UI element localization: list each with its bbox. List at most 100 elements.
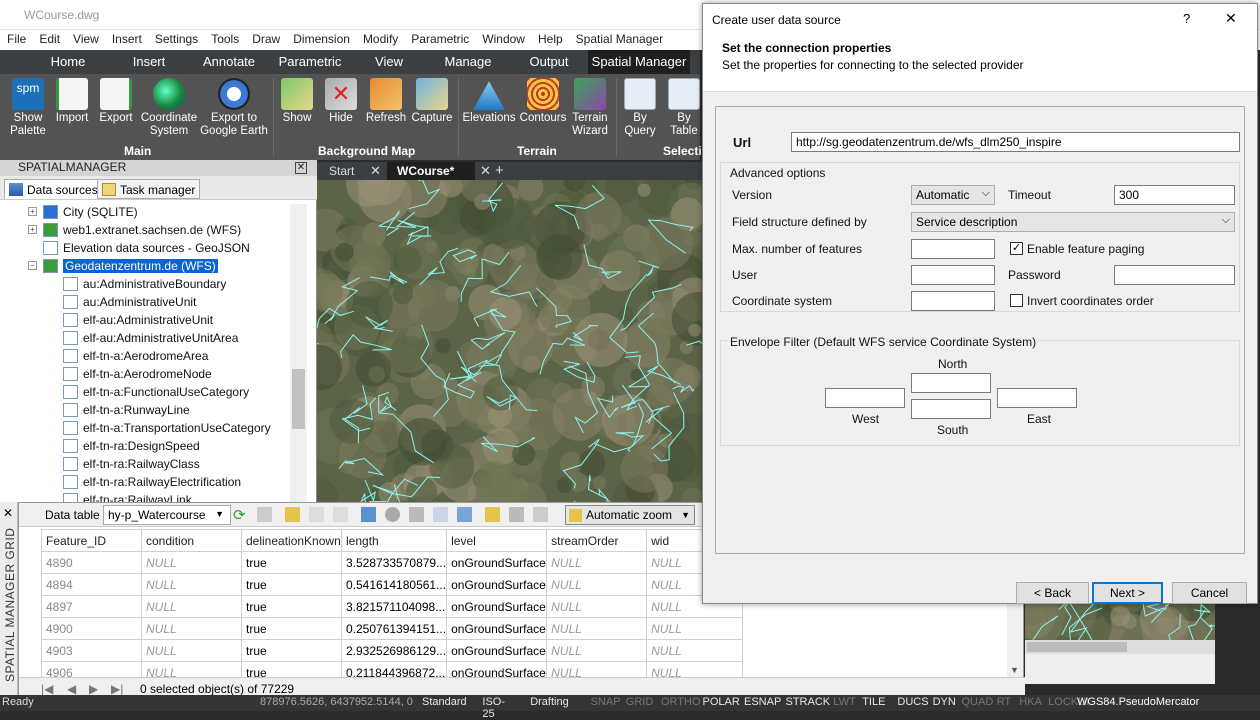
tree-layer-item[interactable]: elf-au:AdministrativeUnit (63, 311, 213, 329)
coordinate-system-input[interactable] (911, 291, 995, 311)
status-toggle[interactable]: SNAP (591, 696, 621, 708)
tree-layer-item[interactable]: elf-tn-ra:RailwayElectrification (63, 473, 241, 491)
tab-home[interactable]: Home (30, 50, 106, 74)
tab-annotate[interactable]: Annotate (190, 50, 268, 74)
tree-layer-item[interactable]: elf-tn-a:AerodromeArea (63, 347, 208, 365)
password-input[interactable] (1114, 265, 1235, 285)
doc-tab-wcourse[interactable]: WCourse* (387, 162, 475, 180)
menu-view[interactable]: View (66, 30, 105, 46)
status-toggle[interactable]: LWT (833, 696, 855, 708)
url-input[interactable]: http://sg.geodatenzentrum.de/wfs_dlm250_… (791, 132, 1240, 152)
table-row[interactable]: 4900 NULL true 0.250761394151... onGroundSur… (41, 617, 744, 640)
status-toggle[interactable]: DUCS (897, 696, 928, 708)
edit-icon[interactable] (485, 507, 500, 522)
status-toggle[interactable]: POLAR (703, 696, 740, 708)
menu-edit[interactable]: Edit (32, 30, 66, 46)
tab-output[interactable]: Output (512, 50, 586, 74)
zoom-selection-icon[interactable] (285, 507, 300, 522)
status-toggle[interactable]: ORTHO (661, 696, 701, 708)
zoom-mode-select[interactable]: Automatic zoom ▼ (565, 505, 695, 525)
status-toggle[interactable]: DYN (933, 696, 956, 708)
tree-data-source[interactable]: Elevation data sources - GeoJSON (43, 239, 250, 257)
menu-dimension[interactable]: Dimension (286, 30, 356, 46)
collapse-icon[interactable]: − (28, 261, 37, 270)
tree-layer-item[interactable]: elf-tn-ra:DesignSpeed (63, 437, 200, 455)
menu-draw[interactable]: Draw (245, 30, 286, 46)
settings-icon[interactable] (533, 507, 548, 522)
close-icon[interactable]: ✕ (295, 162, 307, 174)
tree-layer-item[interactable]: elf-tn-a:TransportationUseCategory (63, 419, 271, 437)
tab-insert[interactable]: Insert (112, 50, 186, 74)
coordinate-system-button[interactable]: Coordinate System (140, 78, 198, 138)
version-select[interactable]: Automatic ⌵ (911, 185, 995, 205)
table-icon[interactable] (361, 507, 376, 522)
close-icon[interactable]: ✕ (3, 506, 13, 520)
tree-layer-item[interactable]: elf-au:AdministrativeUnitArea (63, 329, 238, 347)
tree-data-source[interactable]: Geodatenzentrum.de (WFS) (43, 257, 218, 275)
drawing-map-view[interactable] (317, 180, 702, 505)
tab-view[interactable]: View (355, 50, 423, 74)
tree-data-source[interactable]: web1.extranet.sachsen.de (WFS) (43, 221, 241, 239)
next-button[interactable]: Next > (1092, 582, 1163, 604)
status-toggle[interactable]: QUAD (962, 696, 994, 708)
menu-parametric[interactable]: Parametric (404, 30, 475, 46)
next-page-icon[interactable]: ▶ (89, 682, 98, 696)
status-toggle[interactable]: Standard (422, 696, 467, 708)
column-header[interactable]: delineationKnown (241, 529, 342, 552)
status-toggle[interactable]: TILE (862, 696, 885, 708)
status-toggle[interactable]: RT (997, 696, 1011, 708)
doc-tab-start[interactable]: Start (329, 162, 354, 180)
tree-scrollbar[interactable] (290, 204, 307, 505)
bgmap-show-button[interactable]: Show (278, 78, 316, 125)
tree-data-source[interactable]: City (SQLITE) (43, 203, 138, 221)
bgmap-refresh-button[interactable]: Refresh (364, 78, 408, 125)
tree-layer-item[interactable]: elf-tn-a:FunctionalUseCategory (63, 383, 249, 401)
menu-modify[interactable]: Modify (356, 30, 404, 46)
invert-coords-checkbox[interactable] (1010, 294, 1023, 307)
select-by-query-button[interactable]: By Query (620, 78, 660, 138)
menu-tools[interactable]: Tools (204, 30, 245, 46)
north-input[interactable] (911, 373, 991, 393)
h-scrollbar[interactable] (1025, 640, 1215, 654)
enable-paging-checkbox[interactable]: ✓ (1010, 242, 1023, 255)
table-row[interactable]: 4894 NULL true 0.541614180561... onGroundSur… (41, 573, 744, 596)
tree-layer-item[interactable]: au:AdministrativeUnit (63, 293, 196, 311)
table-row[interactable]: 4890 NULL true 3.528733570879... onGroundSur… (41, 551, 744, 574)
expand-icon[interactable]: + (28, 225, 37, 234)
prev-page-icon[interactable]: ◀ (67, 682, 76, 696)
contours-button[interactable]: Contours (518, 78, 568, 125)
column-header[interactable]: level (446, 529, 548, 552)
table-row[interactable]: 4897 NULL true 3.821571104098... onGroundSur… (41, 595, 744, 618)
help-icon[interactable]: ? (1183, 11, 1190, 26)
close-icon[interactable]: ✕ (480, 162, 491, 180)
column-header[interactable]: streamOrder (546, 529, 648, 552)
show-palette-button[interactable]: spm Show Palette (6, 78, 50, 138)
column-header[interactable]: condition (141, 529, 242, 552)
timeout-input[interactable]: 300 (1114, 185, 1235, 205)
tab-parametric[interactable]: Parametric (270, 50, 350, 74)
status-toggle[interactable]: GRID (626, 696, 654, 708)
export-google-earth-button[interactable]: Export to Google Earth (200, 78, 268, 138)
menu-window[interactable]: Window (475, 30, 531, 46)
west-input[interactable] (825, 388, 905, 408)
status-toggle[interactable]: Drafting (530, 696, 569, 708)
status-crs[interactable]: WGS84.PseudoMercator (1077, 696, 1199, 708)
south-input[interactable] (911, 399, 991, 419)
last-page-icon[interactable]: ▶| (111, 682, 123, 696)
terrain-wizard-button[interactable]: Terrain Wizard (568, 78, 612, 138)
column-header[interactable]: length (340, 529, 448, 552)
status-toggle[interactable]: ISO-25 (482, 696, 505, 720)
user-input[interactable] (911, 265, 995, 285)
tree-layer-item[interactable]: au:AdministrativeBoundary (63, 275, 226, 293)
tree-layer-item[interactable]: elf-tn-a:RunwayLine (63, 401, 190, 419)
close-icon[interactable]: ✕ (370, 162, 381, 180)
east-input[interactable] (997, 388, 1077, 408)
refresh-icon[interactable]: ⟳ (233, 506, 246, 524)
cancel-button[interactable]: Cancel (1172, 582, 1247, 604)
import-button[interactable]: Import (52, 78, 92, 125)
menu-settings[interactable]: Settings (148, 30, 204, 46)
back-button[interactable]: < Back (1016, 582, 1089, 604)
bgmap-hide-button[interactable]: ✕ Hide (322, 78, 360, 125)
table-select[interactable]: hy-p_Watercourse ▼ (103, 505, 231, 525)
tab-manage[interactable]: Manage (430, 50, 506, 74)
